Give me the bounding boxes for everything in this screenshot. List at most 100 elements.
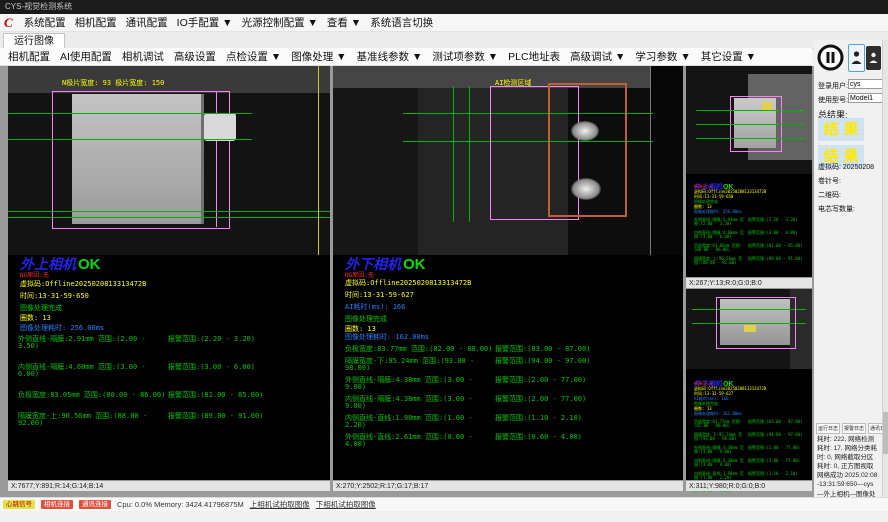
measure-line-green [8,113,252,114]
user-icon [851,50,862,66]
edge-line-yellow [318,66,319,255]
image-overlay-label: N极片宽度: 93 极片宽度: 150 [62,80,164,87]
measurement-value: 负极宽度:83.05mm 范围:(80.00 - 86.00) [18,392,168,399]
alarm-range: 报警范围:(94.00 - 97.00) [748,433,803,441]
pixel-status-strip: X:7677;Y:891;R:14;G:14;B:14 [8,480,330,491]
toolbar-item-11[interactable]: 其它设置 ▼ [701,49,756,64]
tab-run-image[interactable]: 运行图像 [3,33,65,49]
scrollbar-thumb[interactable] [883,412,888,454]
right-camera-panel: AI检测区域 外下相机OK NG原因:无 虚拟码:Offline20250208… [333,66,683,491]
ng-line: NG原因:无 [20,273,49,279]
measurement-row: 隔膜宽度-上:90.56mm 范围:(88.00 - 92.00)报警范围:(8… [18,413,323,427]
alarm-range: 报警范围:(2.20 - 3.20) [168,336,255,350]
alarm-range: 报警范围:(81.00 - 85.00) [168,392,263,399]
control-sidebar: 登录用户: 使用型号: 总结果: 结果 结果 虚拟码: 20250208卷针号:… [814,40,888,497]
done-line: 图像处理完成 [345,316,387,323]
toolbar-item-7[interactable]: 测试项参数 ▼ [432,49,498,64]
image-top-band [8,66,330,93]
log-tab-0[interactable]: 运行日志 [816,423,840,434]
login-user-button[interactable] [848,44,865,72]
small-top-camera-image[interactable] [686,66,812,174]
measure-line-green [8,139,252,140]
small-top-camera-panel: 外上相机OK NG原因:无 虚拟码:Offline202502081331347… [686,66,812,288]
time-line: 时间:13-31-59-627 [345,292,414,299]
measurement-row: 内侧直线-隔膜:4.60mm 范围:(3.00 - 6.00)报警范围:(3.0… [18,364,323,378]
menu-bar: C 系统配置相机配置通讯配置IO手配置 ▼光源控制配置 ▼查看 ▼系统语言切换 [0,14,888,32]
model-input[interactable] [848,93,884,103]
connector-tab [204,113,236,141]
alarm-range: 报警范围:(89.00 - 91.00) [748,257,803,265]
measurement-row: 外侧直线-隔膜:4.38mm 范围:(3.00 - 9.00)报警范围:(2.0… [694,446,806,454]
proc-time-line: 图像处理耗时: 256.00ms [694,210,742,214]
top-camera-capture-link[interactable]: 上相机试拍取图像 [250,499,310,510]
heartbeat-badge: 心跳信号 [3,500,35,509]
camera-name: 外下相机 [345,258,401,273]
measurement-row: 隔膜宽度-下:95.24mm 范围:(93.00 - 98.00)报警范围:(9… [694,433,806,441]
cpu-memory-text: Cpu: 0.0% Memory: 3424.41796875M [117,500,244,509]
menu-item-2[interactable]: 通讯配置 [126,15,168,30]
measurement-value: 外侧直线-直线:2.61mm 范围:(0.60 - 4.00) [345,434,495,448]
toolbar-item-10[interactable]: 学习参数 ▼ [635,49,690,64]
machine-right-dark [651,66,683,255]
roi-rect-pink [52,91,230,229]
measure-line-green [696,110,806,111]
toolbar-item-9[interactable]: 高级调试 ▼ [570,49,625,64]
proc-time-line: 图像处理耗时: 162.00ms [345,334,429,341]
alarm-range: 报警范围:(2.00 - 77.00) [748,459,800,467]
pause-button[interactable] [817,44,844,71]
tab-row: 运行图像 [0,32,888,49]
measurement-value: 内侧直线-隔膜:4.38mm 范围:(3.00 - 9.00) [345,396,495,410]
proc-time-line: 图像处理耗时: 162.00ms [694,412,742,416]
camera-title: 外上相机OK [20,256,101,273]
alarm-range: 报警范围:(3.00 - 6.00) [748,231,798,239]
menu-item-1[interactable]: 相机配置 [75,15,117,30]
ai-time-line: AI耗时(ms): 166 [345,304,405,311]
menu-item-6[interactable]: 系统语言切换 [370,15,433,30]
login-user-input[interactable] [848,79,884,89]
bottom-camera-capture-link[interactable]: 下相机试拍取图像 [316,499,376,510]
log-tab-1[interactable]: 报警日志 [842,423,866,434]
machine-edge-line [650,66,651,255]
toolbar-item-5[interactable]: 图像处理 ▼ [291,49,346,64]
measurement-value: 外侧直线-隔膜:4.38mm 范围:(3.00 - 9.00) [694,446,748,454]
measurement-row: 内侧直线-隔膜:4.38mm 范围:(3.00 - 9.00)报警范围:(2.0… [345,396,675,410]
toolbar-item-2[interactable]: 相机调试 [122,49,164,64]
measurement-row: 负极宽度:83.77mm 范围:(82.00 - 88.00)报警范围:(83.… [345,346,675,353]
menu-item-5[interactable]: 查看 ▼ [327,15,361,30]
measurement-row: 外侧直线-隔膜:4.38mm 范围:(3.00 - 9.00)报警范围:(2.0… [345,377,675,391]
toolbar-item-4[interactable]: 点检设置 ▼ [226,49,281,64]
measurement-value: 外侧直线-隔膜:4.38mm 范围:(3.00 - 9.00) [345,377,495,391]
roi-line-pink [216,91,217,227]
sidebar-scrollbar[interactable] [882,40,888,497]
toolbar-item-0[interactable]: 相机配置 [8,49,50,64]
menu-item-4[interactable]: 光源控制配置 ▼ [242,15,318,30]
menu-item-3[interactable]: IO手配置 ▼ [177,15,233,30]
right-camera-image[interactable]: AI检测区域 [333,66,683,255]
result-ok: OK [78,256,101,273]
sidebar-field-3: 电芯写数量: [818,204,855,214]
toolbar-item-1[interactable]: AI使用配置 [60,49,112,64]
measurement-row: 内侧直线-隔膜:4.60mm 范围:(3.00 - 6.00)报警范围:(3.0… [694,231,806,239]
done-line: 图像处理完成 [20,305,62,312]
toolbar-item-3[interactable]: 高级设置 [174,49,216,64]
measurement-value: 负极宽度:83.05mm 范围:(80.00 - 86.00) [694,244,748,252]
toolbar-item-6[interactable]: 基准线参数 ▼ [357,49,423,64]
toolbar-item-8[interactable]: PLC地址表 [508,49,560,64]
alarm-range: 报警范围:(0.60 - 4.00) [495,434,582,448]
lock-user-button[interactable] [866,46,881,70]
camera-link-badge: 相机连接 [41,500,73,509]
small-bottom-camera-image[interactable] [686,289,812,369]
measurement-value: 内侧直线-直线:1.90mm 范围:(1.00 - 2.20) [694,472,748,480]
menu-item-0[interactable]: 系统配置 [24,15,66,30]
image-overlay-label: AI检测区域 [495,80,531,87]
left-camera-image[interactable]: N极片宽度: 93 极片宽度: 150 [8,66,330,255]
alarm-range: 报警范围:(2.00 - 77.00) [495,396,586,410]
time-line: 时间:13-31-59-650 [20,293,89,300]
measurement-row: 内侧直线-直线:1.90mm 范围:(1.00 - 2.20)报警范围:(1.1… [345,415,675,429]
pixel-status-strip: X:270;Y:2502;R:17;G:17;B:17 [333,480,683,491]
log-tabs: 运行日志报警日志通讯日志 [816,423,888,434]
alarm-range: 报警范围:(89.00 - 91.00) [168,413,263,427]
sidebar-field-2: 二维码: [818,190,841,200]
count-line: 圈数: 13 [20,315,51,322]
marker-yellow [762,102,772,110]
